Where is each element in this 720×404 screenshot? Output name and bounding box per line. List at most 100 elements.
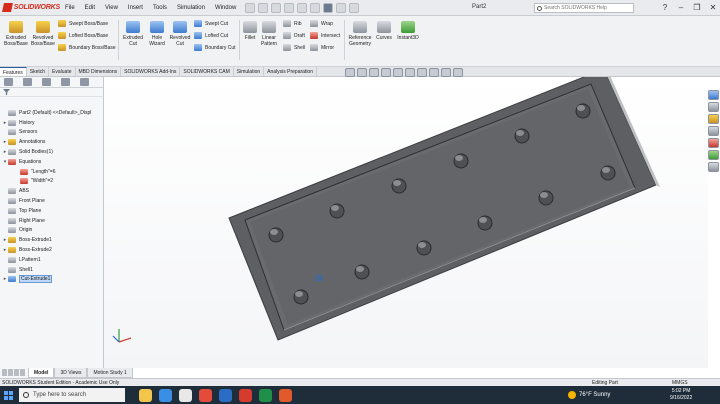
new-document-icon[interactable] <box>258 2 269 13</box>
forum-icon[interactable] <box>708 162 719 172</box>
tree-item[interactable]: Origin <box>0 226 104 236</box>
tab-solidworks-cam[interactable]: SOLIDWORKS CAM <box>180 67 234 76</box>
chrome-app-icon[interactable] <box>199 388 212 402</box>
swept-boss-button[interactable]: Swept Boss/Base <box>58 20 108 27</box>
extruded-cut-button[interactable]: Extruded Cut <box>121 21 145 47</box>
appearances-icon[interactable] <box>708 138 719 148</box>
display-style-icon[interactable] <box>405 68 415 77</box>
menu-tools[interactable]: Tools <box>148 0 172 16</box>
intersect-button[interactable]: Intersect <box>310 32 340 39</box>
edit-appearance-icon[interactable] <box>429 68 439 77</box>
tab-analysis-preparation[interactable]: Analysis Preparation <box>264 67 317 76</box>
instant3d-button[interactable]: Instant3D <box>395 21 421 41</box>
tree-item[interactable]: Front Plane <box>0 196 104 206</box>
linear-pattern-button[interactable]: Linear Pattern <box>258 21 280 47</box>
weather-text[interactable]: 76°F Sunny <box>579 392 610 398</box>
tab-evaluate[interactable]: Evaluate <box>49 67 76 76</box>
solidworks-resources-icon[interactable] <box>708 90 719 100</box>
previous-view-icon[interactable] <box>369 68 379 77</box>
lofted-boss-button[interactable]: Lofted Boss/Base <box>58 32 108 39</box>
extruded-boss-button[interactable]: Extruded Boss/Base <box>3 21 29 47</box>
rib-button[interactable]: Rib <box>283 20 302 27</box>
configuration-manager-tab-icon[interactable] <box>42 78 51 86</box>
shell-button[interactable]: Shell <box>283 44 305 51</box>
view-orientation-icon[interactable] <box>393 68 403 77</box>
tree-item[interactable]: ABS <box>0 186 104 196</box>
lofted-cut-button[interactable]: Lofted Cut <box>194 32 228 39</box>
fillet-button[interactable]: Fillet <box>241 21 259 41</box>
tree-item[interactable]: "Length"=6 <box>0 167 104 177</box>
tree-item[interactable]: ▾ Equations <box>0 157 104 167</box>
tab-features[interactable]: Features <box>0 67 27 76</box>
undo-icon[interactable] <box>310 2 321 13</box>
tree-item[interactable]: ▸ Annotations <box>0 137 104 147</box>
tree-item[interactable]: ▸ Boss-Extrude1 <box>0 235 104 245</box>
boundary-boss-button[interactable]: Boundary Boss/Base <box>58 44 116 51</box>
graphics-area[interactable] <box>104 77 708 368</box>
taskbar-clock[interactable]: 5:02 PM 9/16/2022 <box>670 388 692 402</box>
scroll-prev-icon[interactable] <box>8 369 13 376</box>
tree-item[interactable]: Top Plane <box>0 206 104 216</box>
revolved-boss-button[interactable]: Revolved Boss/Base <box>30 21 56 47</box>
menu-edit[interactable]: Edit <box>80 0 100 16</box>
apply-scene-icon[interactable] <box>441 68 451 77</box>
dimxpert-manager-tab-icon[interactable] <box>61 78 70 86</box>
restore-button[interactable]: ❐ <box>692 2 702 13</box>
edge-app-icon[interactable] <box>159 388 172 402</box>
tree-item[interactable]: Shell1 <box>0 265 104 275</box>
pdf-app-icon[interactable] <box>279 388 292 402</box>
tree-item[interactable]: Right Plane <box>0 216 104 226</box>
tree-item[interactable]: ▸ History <box>0 118 104 128</box>
excel-app-icon[interactable] <box>259 388 272 402</box>
tab-simulation[interactable]: Simulation <box>234 67 265 76</box>
tab-mbd-dimensions[interactable]: MBD Dimensions <box>76 67 122 76</box>
save-icon[interactable] <box>284 2 295 13</box>
zoom-area-icon[interactable] <box>357 68 367 77</box>
menu-view[interactable]: View <box>100 0 123 16</box>
view-palette-icon[interactable] <box>708 126 719 136</box>
tree-item[interactable]: ▸ Cut-Extrude1 <box>0 275 104 285</box>
close-button[interactable]: ✕ <box>708 2 718 13</box>
open-icon[interactable] <box>271 2 282 13</box>
help-search-input[interactable] <box>544 5 632 11</box>
tab-motion-study-1[interactable]: Motion Study 1 <box>87 368 133 378</box>
draft-button[interactable]: Draft <box>283 32 305 39</box>
select-icon[interactable] <box>323 2 334 13</box>
curves-button[interactable]: Curves <box>374 21 394 41</box>
tree-item[interactable]: Part2 (Default) <<Default>_Displ <box>0 108 104 118</box>
revolved-cut-button[interactable]: Revolved Cut <box>168 21 192 47</box>
tree-item[interactable]: LPattern1 <box>0 255 104 265</box>
scroll-first-icon[interactable] <box>2 369 7 376</box>
view-settings-icon[interactable] <box>453 68 463 77</box>
scroll-last-icon[interactable] <box>20 369 25 376</box>
tab-sketch[interactable]: Sketch <box>27 67 50 76</box>
home-icon[interactable] <box>245 2 256 13</box>
tree-item[interactable]: ▸ Boss-Extrude2 <box>0 245 104 255</box>
mirror-button[interactable]: Mirror <box>310 44 334 51</box>
solidworks-app-icon[interactable] <box>239 388 252 402</box>
scroll-next-icon[interactable] <box>14 369 19 376</box>
tree-filter[interactable] <box>0 88 103 97</box>
tree-item[interactable]: ▸ Solid Bodies(1) <box>0 147 104 157</box>
store-app-icon[interactable] <box>179 388 192 402</box>
help-search[interactable] <box>534 3 634 13</box>
word-app-icon[interactable] <box>219 388 232 402</box>
tree-item[interactable]: "Width"=2 <box>0 177 104 187</box>
menu-insert[interactable]: Insert <box>123 0 148 16</box>
tab-model[interactable]: Model <box>28 368 55 378</box>
solidworks-logo[interactable]: SOLIDWORKS <box>0 3 60 12</box>
section-view-icon[interactable] <box>381 68 391 77</box>
custom-properties-icon[interactable] <box>708 150 719 160</box>
hide-show-items-icon[interactable] <box>417 68 427 77</box>
file-explorer-app-icon[interactable] <box>139 388 152 402</box>
help-button[interactable]: ? <box>660 2 670 13</box>
menu-file[interactable]: File <box>60 0 80 16</box>
display-manager-tab-icon[interactable] <box>80 78 89 86</box>
menu-simulation[interactable]: Simulation <box>172 0 210 16</box>
tab-3d-views[interactable]: 3D Views <box>54 368 88 378</box>
rebuild-icon[interactable] <box>336 2 347 13</box>
file-explorer-icon[interactable] <box>708 114 719 124</box>
tree-item[interactable]: Sensors <box>0 128 104 138</box>
tab-solidworks-add-ins[interactable]: SOLIDWORKS Add-Ins <box>121 67 181 76</box>
reference-geometry-button[interactable]: Reference Geometry <box>346 21 374 47</box>
